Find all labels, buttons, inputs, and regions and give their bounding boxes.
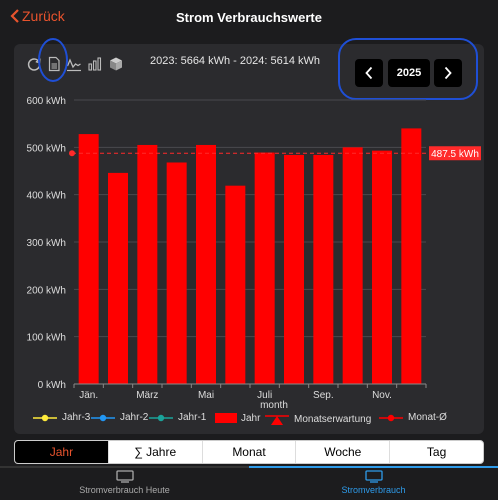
- segment-jahre-sum[interactable]: ∑ Jahre: [107, 441, 202, 463]
- header-bar: Zurück Strom Verbrauchswerte: [0, 0, 498, 36]
- legend-marker-box-icon: [215, 413, 237, 423]
- legend-item-jahr-1[interactable]: Jahr-1: [148, 412, 206, 423]
- monitor-icon: [115, 470, 134, 483]
- bar-chart-icon[interactable]: [87, 56, 103, 72]
- line-chart-icon[interactable]: [66, 56, 82, 72]
- legend-label: Monatserwartung: [294, 413, 372, 425]
- year-comparison-summary: 2023: 5664 kWh - 2024: 5614 kWh: [150, 55, 320, 67]
- annotation-circle: [38, 38, 68, 82]
- legend-marker-dot-line-icon: [33, 414, 57, 421]
- legend-label: Jahr-1: [178, 412, 207, 423]
- tab-label: Stromverbrauch: [341, 485, 406, 495]
- cube-icon[interactable]: [108, 56, 124, 72]
- active-tab-indicator: [249, 466, 498, 468]
- previous-year-button[interactable]: [355, 59, 383, 87]
- monitor-icon: [364, 470, 383, 483]
- legend-marker-dot-line-icon: [379, 414, 403, 421]
- legend-label: Monat-Ø: [408, 412, 447, 423]
- legend-marker-dot-line-icon: [149, 414, 173, 421]
- tab-stromverbrauch-heute[interactable]: Stromverbrauch Heute: [0, 470, 249, 500]
- legend-label: Jahr-3: [62, 412, 91, 423]
- legend-label: Jahr: [241, 412, 261, 424]
- segment-woche[interactable]: Woche: [295, 441, 389, 463]
- legend-label: Jahr-2: [120, 412, 149, 423]
- chart-card: [14, 44, 484, 434]
- chevron-left-icon: [365, 66, 373, 80]
- tab-stromverbrauch[interactable]: Stromverbrauch: [249, 470, 498, 500]
- selected-year: 2025: [388, 59, 430, 87]
- legend-item-jahr[interactable]: Jahr: [215, 412, 260, 424]
- legend-item-monatserwartung[interactable]: Monatserwartung: [264, 412, 371, 426]
- page-title: Strom Verbrauchswerte: [176, 10, 322, 25]
- segment-monat[interactable]: Monat: [201, 441, 296, 463]
- segment-tag[interactable]: Tag: [389, 441, 483, 463]
- segment-jahr[interactable]: Jahr: [15, 441, 108, 463]
- legend-item-jahr-3[interactable]: Jahr-3: [32, 412, 90, 423]
- legend-marker-triangle-line-icon: [265, 415, 289, 425]
- legend-item-monat-avg[interactable]: Monat-Ø: [378, 412, 447, 423]
- chevron-right-icon: [444, 66, 452, 80]
- next-year-button[interactable]: [434, 59, 462, 87]
- legend-item-jahr-2[interactable]: Jahr-2: [90, 412, 148, 423]
- period-segmented-control: Jahr ∑ Jahre Monat Woche Tag: [14, 440, 484, 464]
- legend-marker-dot-line-icon: [91, 414, 115, 421]
- tab-label: Stromverbrauch Heute: [79, 485, 170, 495]
